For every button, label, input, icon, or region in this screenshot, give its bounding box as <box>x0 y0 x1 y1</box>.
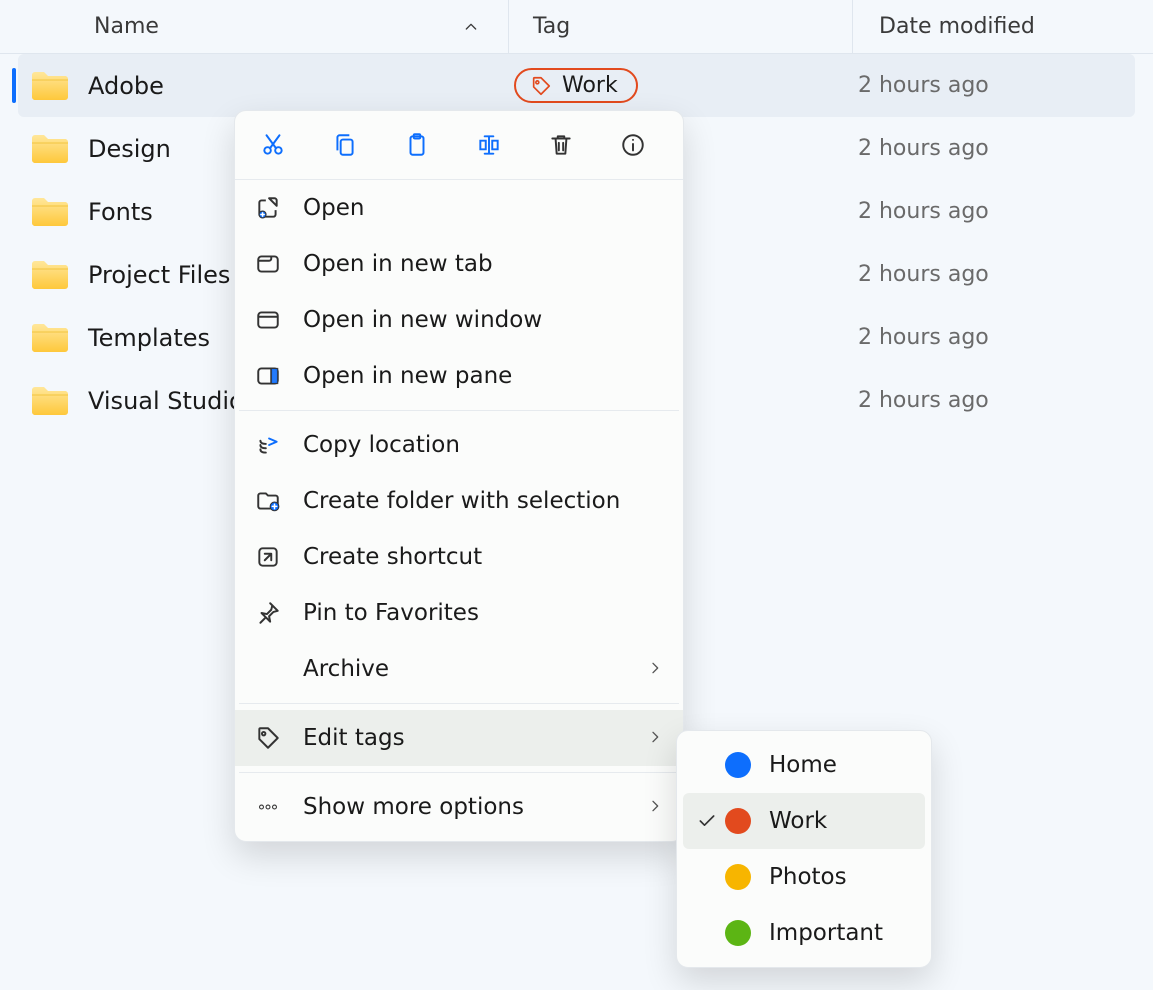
file-name-label: Templates <box>88 324 210 352</box>
column-header-date-label: Date modified <box>879 14 1035 39</box>
paste-button[interactable] <box>401 129 433 161</box>
menu-item-open-new-window[interactable]: Open in new window <box>235 292 683 348</box>
pane-icon <box>255 363 303 389</box>
folder-icon <box>30 385 70 417</box>
tag-color-dot <box>725 864 751 890</box>
column-header-tag[interactable]: Tag <box>508 0 852 53</box>
date-modified-label: 2 hours ago <box>858 388 989 413</box>
menu-item-label: Open in new pane <box>303 363 663 389</box>
folder-icon <box>30 133 70 165</box>
pin-icon <box>255 600 303 626</box>
tag-flyout: Home Work Photos Important <box>676 730 932 968</box>
menu-item-label: Copy location <box>303 432 663 458</box>
menu-item-open-new-pane[interactable]: Open in new pane <box>235 348 683 404</box>
menu-item-create-shortcut[interactable]: Create shortcut <box>235 529 683 585</box>
window-icon <box>255 307 303 333</box>
file-name-label: Visual Studio <box>88 387 244 415</box>
folder-icon <box>30 259 70 291</box>
sort-ascending-icon <box>462 18 480 36</box>
chevron-right-icon <box>647 725 663 751</box>
column-header-tag-label: Tag <box>533 14 570 39</box>
menu-separator <box>239 703 679 704</box>
tag-color-dot <box>725 920 751 946</box>
menu-item-copy-location[interactable]: Copy location <box>235 417 683 473</box>
tag-chip[interactable]: Work <box>514 68 638 103</box>
menu-item-label: Show more options <box>303 794 647 820</box>
column-header-name-label: Name <box>94 14 159 39</box>
tag-icon <box>255 725 303 751</box>
tag-option-home[interactable]: Home <box>683 737 925 793</box>
context-menu-toolbar <box>235 111 683 180</box>
date-modified-label: 2 hours ago <box>858 73 989 98</box>
menu-item-label: Edit tags <box>303 725 647 751</box>
tag-option-label: Work <box>769 808 827 834</box>
menu-item-pin-favorites[interactable]: Pin to Favorites <box>235 585 683 641</box>
tag-color-dot <box>725 808 751 834</box>
open-icon <box>255 195 303 221</box>
tag-color-dot <box>725 752 751 778</box>
column-header-row: Name Tag Date modified <box>0 0 1153 54</box>
menu-separator <box>239 772 679 773</box>
menu-item-label: Pin to Favorites <box>303 600 663 626</box>
menu-item-label: Create folder with selection <box>303 488 663 514</box>
properties-button[interactable] <box>617 129 649 161</box>
context-menu: Open Open in new tab Open in new window Ope… <box>234 110 684 842</box>
rename-button[interactable] <box>473 129 505 161</box>
menu-item-label: Archive <box>303 656 647 682</box>
folder-icon <box>30 322 70 354</box>
menu-item-more-options[interactable]: Show more options <box>235 779 683 835</box>
file-name-label: Adobe <box>88 72 164 100</box>
shortcut-icon <box>255 544 303 570</box>
cut-button[interactable] <box>257 129 289 161</box>
tag-option-important[interactable]: Important <box>683 905 925 961</box>
tab-icon <box>255 251 303 277</box>
menu-item-label: Open in new window <box>303 307 663 333</box>
chevron-right-icon <box>647 794 663 820</box>
tag-option-label: Home <box>769 752 837 778</box>
date-modified-label: 2 hours ago <box>858 136 989 161</box>
dots-icon <box>255 794 303 820</box>
menu-separator <box>239 410 679 411</box>
tag-option-label: Important <box>769 920 883 946</box>
tag-option-photos[interactable]: Photos <box>683 849 925 905</box>
delete-button[interactable] <box>545 129 577 161</box>
menu-item-label: Open <box>303 195 663 221</box>
menu-item-archive[interactable]: Archive <box>235 641 683 697</box>
file-name-label: Project Files <box>88 261 230 289</box>
tag-option-work[interactable]: Work <box>683 793 925 849</box>
folder-icon <box>30 70 70 102</box>
stack-icon <box>255 432 303 458</box>
date-modified-label: 2 hours ago <box>858 325 989 350</box>
tag-chip-label: Work <box>562 73 618 98</box>
file-name-label: Design <box>88 135 171 163</box>
column-header-name[interactable]: Name <box>0 14 508 39</box>
menu-item-open[interactable]: Open <box>235 180 683 236</box>
folder-plus-icon <box>255 488 303 514</box>
date-modified-label: 2 hours ago <box>858 199 989 224</box>
check-icon <box>689 811 725 831</box>
date-modified-label: 2 hours ago <box>858 262 989 287</box>
folder-icon <box>30 196 70 228</box>
file-name-label: Fonts <box>88 198 153 226</box>
file-row[interactable]: Adobe Work 2 hours ago <box>18 54 1135 117</box>
menu-item-create-folder-sel[interactable]: Create folder with selection <box>235 473 683 529</box>
copy-button[interactable] <box>329 129 361 161</box>
menu-item-label: Create shortcut <box>303 544 663 570</box>
column-header-date[interactable]: Date modified <box>852 0 1153 53</box>
menu-item-label: Open in new tab <box>303 251 663 277</box>
chevron-right-icon <box>647 656 663 682</box>
menu-item-edit-tags[interactable]: Edit tags <box>235 710 683 766</box>
menu-item-open-new-tab[interactable]: Open in new tab <box>235 236 683 292</box>
tag-option-label: Photos <box>769 864 847 890</box>
